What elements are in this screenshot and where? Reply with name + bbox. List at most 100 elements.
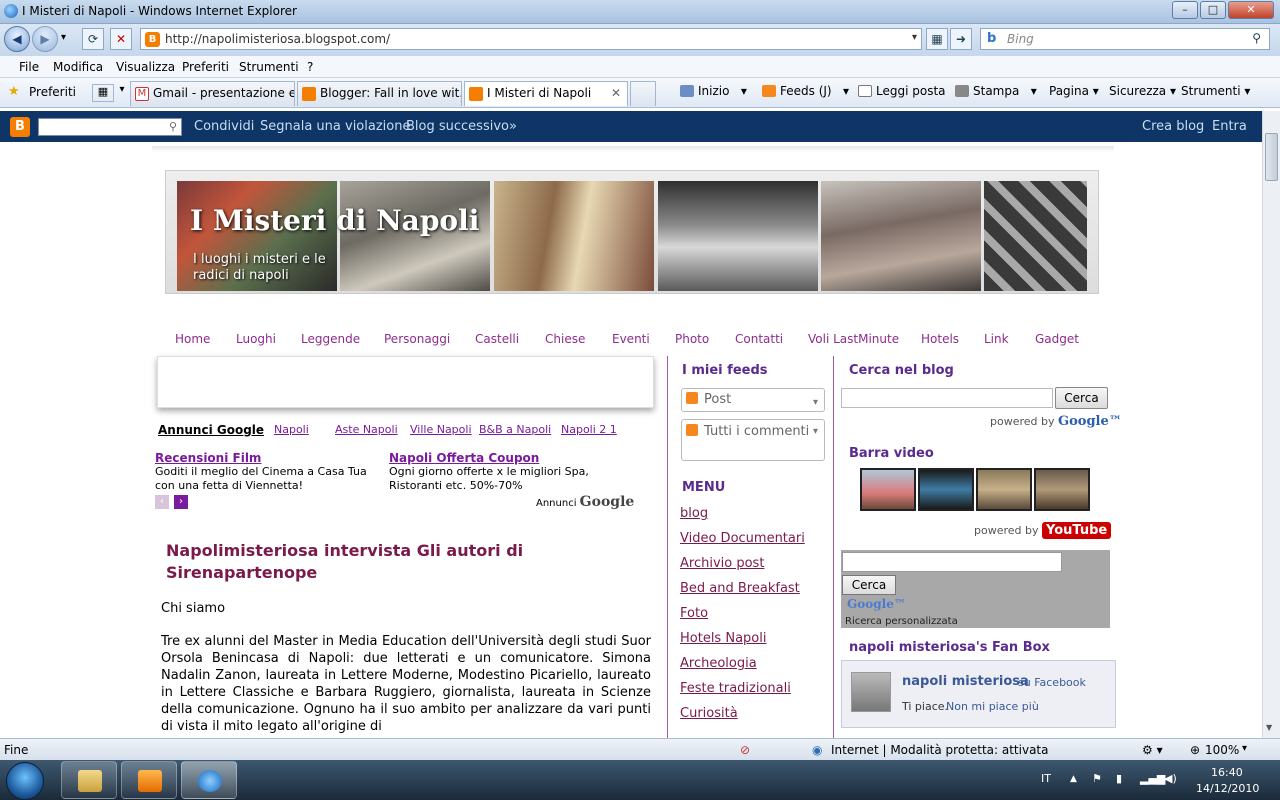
report-abuse-link[interactable]: Segnala una violazione bbox=[260, 119, 410, 134]
ad-banner[interactable] bbox=[157, 356, 654, 408]
scroll-thumb[interactable] bbox=[1265, 133, 1278, 181]
create-blog-link[interactable]: Crea blog bbox=[1142, 119, 1204, 134]
menu-file[interactable]: File bbox=[19, 60, 39, 74]
fan-avatar[interactable] bbox=[851, 672, 891, 712]
video-thumbnail[interactable] bbox=[918, 468, 974, 511]
clock-date[interactable]: 14/12/2010 bbox=[1196, 782, 1259, 795]
google-search-input[interactable] bbox=[842, 552, 1062, 572]
favorites-star-icon[interactable]: ★ bbox=[8, 84, 20, 99]
quick-tabs-icon[interactable]: ▦ bbox=[92, 84, 114, 102]
ad-link[interactable]: Napoli 2 1 bbox=[561, 423, 617, 436]
nav-eventi[interactable]: Eventi bbox=[612, 332, 650, 346]
menu-item[interactable]: Bed and Breakfast bbox=[680, 581, 800, 596]
blog-search-field[interactable] bbox=[841, 388, 1053, 408]
blog-title[interactable]: I Misteri di Napoli bbox=[190, 204, 479, 237]
ad-next-icon[interactable]: › bbox=[174, 495, 188, 509]
ads-by-google[interactable]: Annunci Google bbox=[536, 494, 634, 510]
sign-in-link[interactable]: Entra bbox=[1212, 119, 1247, 134]
menu-preferiti[interactable]: Preferiti bbox=[182, 60, 229, 74]
blocked-icon[interactable]: ⊘ bbox=[740, 743, 750, 757]
feeds-command[interactable]: Feeds (J) ▾ bbox=[762, 84, 849, 98]
close-button[interactable]: ✕ bbox=[1228, 1, 1274, 19]
menu-item[interactable]: blog bbox=[680, 506, 708, 521]
address-dropdown-icon[interactable]: ▾ bbox=[912, 32, 917, 43]
menu-item[interactable]: Archivio post bbox=[680, 556, 764, 571]
nav-luoghi[interactable]: Luoghi bbox=[236, 332, 276, 346]
tab-blogger[interactable]: Blogger: Fall in love wit... bbox=[297, 81, 462, 106]
scroll-down-icon[interactable]: ▼ bbox=[1266, 723, 1272, 732]
favorites-button[interactable]: Preferiti bbox=[29, 85, 76, 99]
zoom-level[interactable]: 100% bbox=[1205, 743, 1239, 757]
ad-title[interactable]: Recensioni Film bbox=[155, 451, 261, 465]
feed-comments-select[interactable]: Tutti i commenti ▾ bbox=[681, 419, 825, 461]
tab-misteri-napoli[interactable]: I Misteri di Napoli ✕ bbox=[464, 81, 628, 106]
google-search-button[interactable]: Cerca bbox=[842, 575, 896, 595]
ad-prev-icon[interactable]: ‹ bbox=[155, 495, 169, 509]
tools-command[interactable]: Strumenti ▾ bbox=[1181, 84, 1250, 98]
nav-chiese[interactable]: Chiese bbox=[545, 332, 585, 346]
ad-link[interactable]: Napoli bbox=[274, 423, 309, 436]
menu-strumenti[interactable]: Strumenti bbox=[239, 60, 299, 74]
nav-leggende[interactable]: Leggende bbox=[301, 332, 360, 346]
search-icon[interactable]: ⚲ bbox=[1252, 31, 1261, 45]
nav-hotels[interactable]: Hotels bbox=[921, 332, 959, 346]
menu-item[interactable]: Archeologia bbox=[680, 656, 757, 671]
tab-close-icon[interactable]: ✕ bbox=[611, 82, 621, 105]
share-link[interactable]: Condividi bbox=[194, 119, 254, 134]
vertical-scrollbar[interactable]: ▲ ▼ bbox=[1262, 111, 1280, 738]
menu-item[interactable]: Curiosità bbox=[680, 706, 738, 721]
explorer-taskbar-icon[interactable] bbox=[61, 761, 117, 799]
go-icon[interactable]: ➜ bbox=[950, 28, 972, 50]
video-thumbnail[interactable] bbox=[976, 468, 1032, 511]
tray-expand-icon[interactable]: ▲ bbox=[1070, 774, 1077, 784]
nav-castelli[interactable]: Castelli bbox=[475, 332, 519, 346]
address-bar[interactable]: B http://napolimisteriosa.blogspot.com/ … bbox=[140, 28, 922, 50]
menu-item[interactable]: Foto bbox=[680, 606, 708, 621]
fan-page-name[interactable]: napoli misteriosa bbox=[902, 674, 1029, 689]
menu-item[interactable]: Video Documentari bbox=[680, 531, 805, 546]
nav-photo[interactable]: Photo bbox=[675, 332, 709, 346]
video-thumbnail[interactable] bbox=[860, 468, 916, 511]
video-thumbnail[interactable] bbox=[1034, 468, 1090, 511]
ad-link[interactable]: Ville Napoli bbox=[410, 423, 472, 436]
ads-label[interactable]: Annunci Google bbox=[158, 423, 264, 437]
volume-icon[interactable]: ◀) bbox=[1164, 772, 1177, 785]
network-icon[interactable]: ▮ bbox=[1116, 772, 1122, 785]
menu-item[interactable]: Feste tradizionali bbox=[680, 681, 791, 696]
search-button[interactable]: Cerca bbox=[1055, 387, 1108, 409]
maximize-button[interactable]: □ bbox=[1200, 1, 1226, 19]
blogger-logo-icon[interactable]: B bbox=[10, 117, 30, 137]
search-box[interactable]: b Bing ⚲ bbox=[980, 28, 1270, 50]
blog-search-input[interactable]: ⚲ bbox=[38, 118, 182, 136]
flag-icon[interactable]: ⚑ bbox=[1092, 772, 1102, 785]
post-title[interactable]: Napolimisteriosa intervista Gli autori d… bbox=[166, 540, 586, 584]
menu-help[interactable]: ? bbox=[307, 60, 313, 74]
language-indicator[interactable]: IT bbox=[1041, 772, 1051, 785]
fan-on-facebook[interactable]: su Facebook bbox=[1018, 676, 1086, 689]
nav-home[interactable]: Home bbox=[175, 332, 210, 346]
menu-modifica[interactable]: Modifica bbox=[53, 60, 103, 74]
menu-item[interactable]: Hotels Napoli bbox=[680, 631, 766, 646]
nav-voli[interactable]: Voli LastMinute bbox=[808, 332, 899, 346]
signal-icon[interactable]: ▂▄▆ bbox=[1140, 772, 1165, 785]
refresh-icon[interactable]: ⟳ bbox=[82, 28, 104, 50]
security-command[interactable]: Sicurezza ▾ bbox=[1109, 84, 1176, 98]
feed-post-select[interactable]: Post ▾ bbox=[681, 388, 825, 412]
next-blog-link[interactable]: Blog successivo» bbox=[406, 119, 517, 134]
history-dropdown-icon[interactable]: ▾ bbox=[61, 32, 66, 43]
menu-visualizza[interactable]: Visualizza bbox=[116, 60, 175, 74]
nav-contatti[interactable]: Contatti bbox=[735, 332, 783, 346]
new-tab-button[interactable] bbox=[630, 81, 656, 106]
zoom-dropdown-icon[interactable]: ▾ bbox=[1242, 743, 1247, 754]
page-command[interactable]: Pagina ▾ bbox=[1049, 84, 1099, 98]
ie-taskbar-icon[interactable] bbox=[181, 761, 237, 799]
fan-unlike-link[interactable]: Non mi piace più bbox=[946, 700, 1039, 713]
tab-list-dropdown-icon[interactable]: ▾ bbox=[116, 84, 128, 102]
zoom-icon[interactable]: ⊕ bbox=[1190, 743, 1200, 757]
nav-gadget[interactable]: Gadget bbox=[1035, 332, 1079, 346]
nav-personaggi[interactable]: Personaggi bbox=[384, 332, 450, 346]
stop-icon[interactable]: ✕ bbox=[110, 28, 132, 50]
security-zone[interactable]: Internet | Modalità protetta: attivata bbox=[831, 743, 1048, 757]
clock-time[interactable]: 16:40 bbox=[1211, 766, 1243, 779]
compatibility-icon[interactable]: ▦ bbox=[926, 28, 948, 50]
